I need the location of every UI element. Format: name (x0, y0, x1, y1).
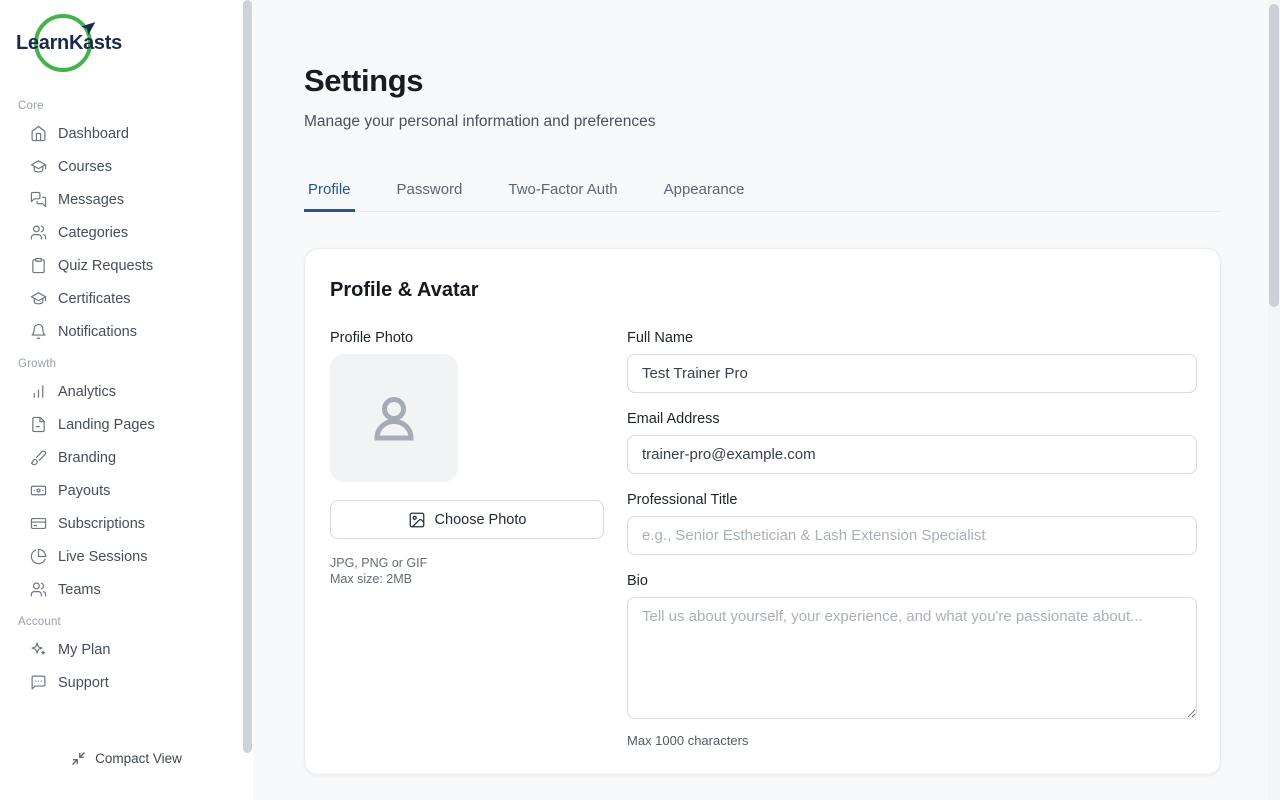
sidebar-item-label: Support (58, 675, 109, 691)
sidebar-item-analytics[interactable]: Analytics (0, 375, 253, 408)
section-label-account: Account (0, 606, 253, 633)
person-icon (362, 386, 426, 450)
card-title: Profile & Avatar (330, 279, 1195, 302)
avatar-placeholder (330, 354, 458, 482)
sidebar: LearnKasts Core Dashboard Courses Messag… (0, 0, 253, 800)
profile-photo-label: Profile Photo (330, 330, 604, 346)
window-scrollbar-thumb[interactable] (1269, 4, 1279, 307)
sidebar-item-label: Live Sessions (58, 549, 147, 565)
full-name-input[interactable] (627, 354, 1197, 393)
photo-column: Profile Photo Choose Photo JPG, PN (330, 330, 604, 748)
photo-size-hint: Max size: 2MB (330, 571, 604, 587)
minimize-icon (71, 751, 86, 766)
tab-profile[interactable]: Profile (304, 181, 355, 212)
sidebar-item-courses[interactable]: Courses (0, 150, 253, 183)
sidebar-item-label: Certificates (58, 291, 131, 307)
banknote-icon (30, 482, 47, 499)
sidebar-item-label: My Plan (58, 642, 110, 658)
main-content: Settings Manage your personal informatio… (253, 0, 1280, 775)
sidebar-item-branding[interactable]: Branding (0, 441, 253, 474)
profile-avatar-card: Profile & Avatar Profile Photo (304, 248, 1221, 775)
image-icon (408, 511, 426, 529)
tab-appearance[interactable]: Appearance (660, 181, 749, 212)
choose-photo-label: Choose Photo (435, 512, 527, 528)
full-name-label: Full Name (627, 330, 1197, 346)
bio-max-chars-hint: Max 1000 characters (627, 733, 1197, 748)
graduation-cap-icon (30, 158, 47, 175)
sidebar-item-label: Notifications (58, 324, 137, 340)
professional-title-label: Professional Title (627, 492, 1197, 508)
section-label-growth: Growth (0, 348, 253, 375)
graduation-cap-icon (30, 290, 47, 307)
section-label-core: Core (0, 90, 253, 117)
sidebar-item-certificates[interactable]: Certificates (0, 282, 253, 315)
messages-icon (30, 191, 47, 208)
sidebar-item-my-plan[interactable]: My Plan (0, 633, 253, 666)
tab-two-factor-auth[interactable]: Two-Factor Auth (504, 181, 621, 212)
bar-chart-icon (30, 383, 47, 400)
page-title: Settings (304, 63, 1221, 99)
form-column: Full Name Email Address Professional Tit… (627, 330, 1197, 748)
brand-name: LearnKasts (16, 32, 122, 55)
sidebar-item-live-sessions[interactable]: Live Sessions (0, 540, 253, 573)
sidebar-item-support[interactable]: Support (0, 666, 253, 699)
sidebar-item-notifications[interactable]: Notifications (0, 315, 253, 348)
sparkles-icon (30, 641, 47, 658)
sidebar-item-label: Landing Pages (58, 417, 155, 433)
professional-title-input[interactable] (627, 516, 1197, 555)
credit-card-icon (30, 515, 47, 532)
compact-view-label: Compact View (95, 751, 182, 766)
bio-textarea[interactable] (627, 597, 1197, 719)
tab-password[interactable]: Password (393, 181, 467, 212)
sidebar-item-label: Payouts (58, 483, 110, 499)
sidebar-item-label: Analytics (58, 384, 116, 400)
email-label: Email Address (627, 411, 1197, 427)
home-icon (30, 125, 47, 142)
sidebar-scrollbar-thumb[interactable] (243, 0, 252, 753)
settings-tabs: Profile Password Two-Factor Auth Appeara… (304, 181, 1221, 212)
users-icon (30, 581, 47, 598)
sidebar-item-label: Teams (58, 582, 101, 598)
bio-label: Bio (627, 573, 1197, 589)
sidebar-item-label: Messages (58, 192, 124, 208)
photo-formats-hint: JPG, PNG or GIF (330, 555, 604, 571)
pie-chart-icon (30, 548, 47, 565)
sidebar-item-payouts[interactable]: Payouts (0, 474, 253, 507)
clipboard-icon (30, 257, 47, 274)
sidebar-item-label: Dashboard (58, 126, 129, 142)
page-subtitle: Manage your personal information and pre… (304, 113, 1221, 131)
brush-icon (30, 449, 47, 466)
sidebar-item-teams[interactable]: Teams (0, 573, 253, 606)
sidebar-item-label: Subscriptions (58, 516, 145, 532)
sidebar-item-dashboard[interactable]: Dashboard (0, 117, 253, 150)
compact-view-toggle[interactable]: Compact View (0, 751, 253, 766)
cursor-icon (77, 18, 98, 39)
choose-photo-button[interactable]: Choose Photo (330, 500, 604, 539)
sidebar-item-subscriptions[interactable]: Subscriptions (0, 507, 253, 540)
message-dots-icon (30, 674, 47, 691)
brand-logo[interactable]: LearnKasts (0, 0, 253, 90)
sidebar-nav: Core Dashboard Courses Messages Categori… (0, 90, 253, 699)
sidebar-item-label: Branding (58, 450, 116, 466)
users-icon (30, 224, 47, 241)
sidebar-item-landing-pages[interactable]: Landing Pages (0, 408, 253, 441)
sidebar-item-label: Courses (58, 159, 112, 175)
file-icon (30, 416, 47, 433)
sidebar-item-quiz-requests[interactable]: Quiz Requests (0, 249, 253, 282)
sidebar-item-label: Categories (58, 225, 128, 241)
sidebar-item-categories[interactable]: Categories (0, 216, 253, 249)
sidebar-item-label: Quiz Requests (58, 258, 153, 274)
bell-icon (30, 323, 47, 340)
sidebar-item-messages[interactable]: Messages (0, 183, 253, 216)
email-input[interactable] (627, 435, 1197, 474)
